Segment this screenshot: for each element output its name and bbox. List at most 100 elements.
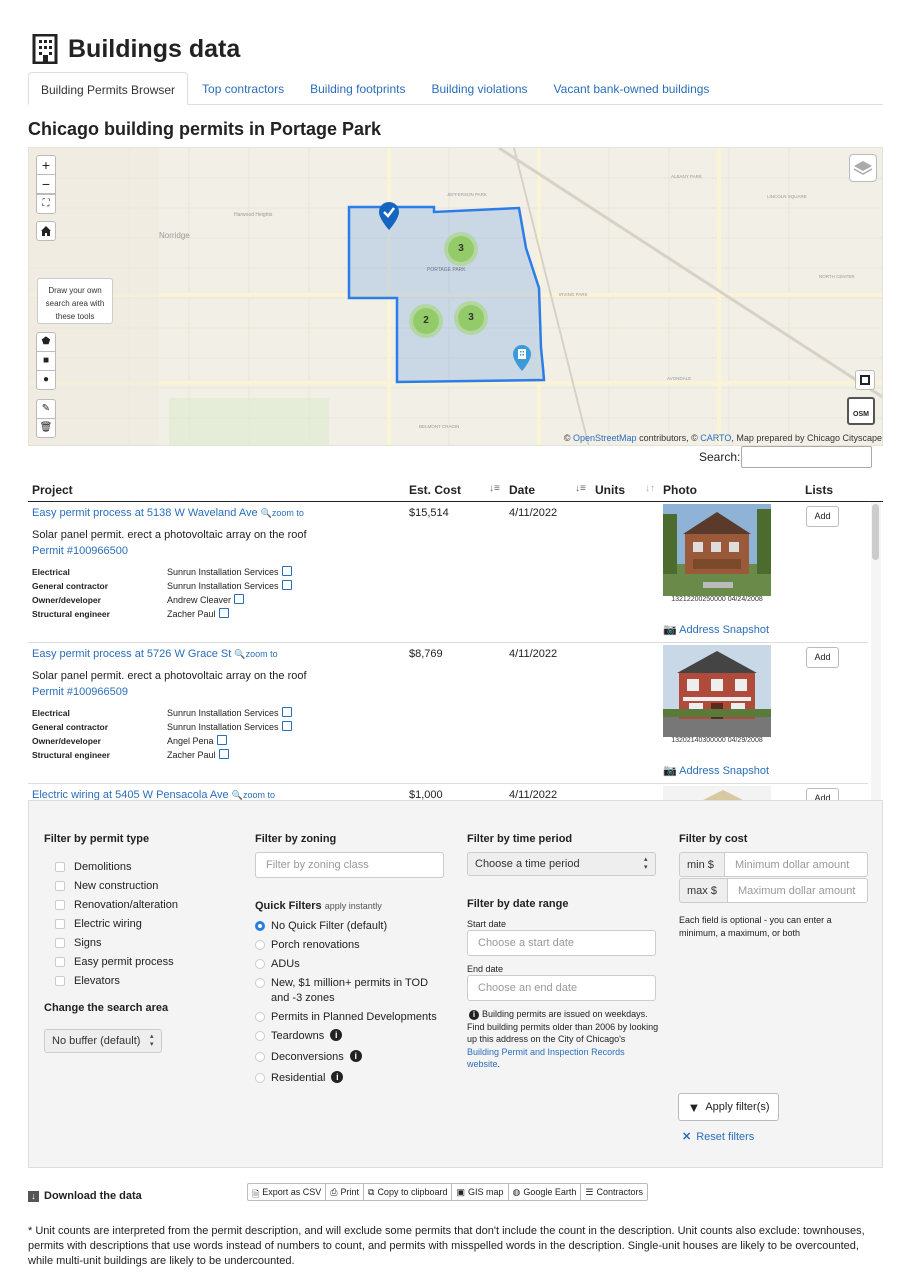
external-link-icon[interactable] <box>218 608 229 618</box>
osm-button[interactable]: OSM <box>847 397 875 425</box>
quick-filter-none[interactable]: No Quick Filter (default) <box>255 919 445 934</box>
checkbox[interactable] <box>55 956 65 967</box>
quick-filter-planned-developments[interactable]: Permits in Planned Developments <box>255 1010 445 1025</box>
info-icon[interactable]: i <box>331 1071 344 1083</box>
min-cost-input[interactable]: Minimum dollar amount <box>724 852 868 877</box>
draw-circle-button[interactable]: ● <box>36 370 56 390</box>
external-link-icon[interactable] <box>234 594 245 604</box>
sort-icon[interactable]: ↓↑ <box>645 483 655 494</box>
external-link-icon[interactable] <box>281 721 292 731</box>
col-cost[interactable]: Est. Cost <box>409 483 461 497</box>
apply-filters-button[interactable]: ▼ Apply filter(s) <box>678 1093 779 1121</box>
zoom-to-link[interactable]: 🔍zoom to <box>261 508 304 518</box>
quick-filter-residential[interactable]: Residential i <box>255 1071 445 1086</box>
permit-type-electric-wiring[interactable]: Electric wiring <box>41 914 178 933</box>
home-button[interactable] <box>36 221 56 241</box>
checkbox[interactable] <box>55 861 65 872</box>
radio[interactable] <box>255 1073 265 1083</box>
check-marker-icon[interactable] <box>377 201 401 231</box>
permit-type-signs[interactable]: Signs <box>41 933 178 952</box>
radio[interactable] <box>255 940 265 950</box>
add-to-list-button[interactable]: Add <box>806 647 839 668</box>
radio[interactable] <box>255 1012 265 1022</box>
quick-filter-teardowns[interactable]: Teardowns i <box>255 1029 445 1044</box>
print-button[interactable]: ⎙ Print <box>326 1184 364 1200</box>
add-to-list-button[interactable]: Add <box>806 788 839 800</box>
time-period-select[interactable]: Choose a time period <box>467 852 656 876</box>
quick-filter-tod[interactable]: New, $1 million+ permits in TOD and -3 z… <box>255 976 445 1006</box>
quick-filter-deconversions[interactable]: Deconversions i <box>255 1050 445 1065</box>
project-link[interactable]: Easy permit process at 5138 W Waveland A… <box>32 507 258 519</box>
checkbox[interactable] <box>55 918 65 929</box>
external-link-icon[interactable] <box>216 735 227 745</box>
gis-map-button[interactable]: ▣ GIS map <box>452 1184 509 1200</box>
zoom-to-link[interactable]: 🔍zoom to <box>232 790 275 800</box>
permit-type-easy-permit[interactable]: Easy permit process <box>41 952 178 971</box>
col-project[interactable]: Project <box>32 483 73 497</box>
permit-type-renovation[interactable]: Renovation/alteration <box>41 895 178 914</box>
address-snapshot-link[interactable]: 📷 Address Snapshot <box>663 764 769 777</box>
address-snapshot-link[interactable]: 📷 Address Snapshot <box>663 623 769 636</box>
building-photo[interactable] <box>663 786 771 800</box>
zoning-input[interactable]: Filter by zoning class <box>255 852 444 878</box>
end-date-input[interactable]: Choose an end date <box>467 975 656 1001</box>
tab-top-contractors[interactable]: Top contractors <box>190 72 296 105</box>
info-icon[interactable]: i <box>330 1029 343 1041</box>
start-date-input[interactable]: Choose a start date <box>467 930 656 956</box>
table-scroll-thumb[interactable] <box>872 504 879 560</box>
tab-building-violations[interactable]: Building violations <box>419 72 539 105</box>
contractors-button[interactable]: ☰ Contractors <box>581 1184 647 1200</box>
edit-shape-button[interactable]: ✎ <box>36 399 56 419</box>
delete-shape-button[interactable]: 🗑 <box>36 418 56 438</box>
tab-vacant-bank-owned[interactable]: Vacant bank-owned buildings <box>542 72 722 105</box>
zoom-out-button[interactable]: − <box>36 174 56 194</box>
quick-filter-porch[interactable]: Porch renovations <box>255 938 445 953</box>
zoom-to-link[interactable]: 🔍zoom to <box>234 649 277 659</box>
fullscreen-button[interactable]: ⛶ <box>36 194 56 214</box>
permit-records-link[interactable]: Building Permit and Inspection Records w… <box>467 1047 625 1070</box>
checkbox[interactable] <box>55 899 65 910</box>
google-earth-button[interactable]: ◍ Google Earth <box>509 1184 582 1200</box>
external-link-icon[interactable] <box>218 749 229 759</box>
osm-link[interactable]: OpenStreetMap <box>573 433 637 443</box>
search-area-select[interactable]: No buffer (default) <box>44 1029 162 1053</box>
reset-filters-link[interactable]: ✕ Reset filters <box>682 1130 754 1143</box>
radio[interactable] <box>255 978 265 988</box>
checkbox[interactable] <box>55 880 65 891</box>
sort-icon[interactable]: ↓≡ <box>489 483 500 494</box>
carto-link[interactable]: CARTO <box>700 433 731 443</box>
permit-type-new-construction[interactable]: New construction <box>41 876 178 895</box>
project-link[interactable]: Electric wiring at 5405 W Pensacola Ave <box>32 789 229 800</box>
extent-button[interactable] <box>855 370 875 390</box>
col-date[interactable]: Date <box>509 483 535 497</box>
radio[interactable] <box>255 921 265 931</box>
draw-polygon-button[interactable]: ⬟ <box>36 332 56 352</box>
tab-building-permits-browser[interactable]: Building Permits Browser <box>28 72 189 105</box>
building-photo[interactable] <box>663 645 771 737</box>
external-link-icon[interactable] <box>281 707 292 717</box>
checkbox[interactable] <box>55 975 65 986</box>
radio[interactable] <box>255 959 265 969</box>
add-to-list-button[interactable]: Add <box>806 506 839 527</box>
radio[interactable] <box>255 1052 265 1062</box>
permit-cluster[interactable]: 3 <box>448 236 474 262</box>
copy-clipboard-button[interactable]: ⧉ Copy to clipboard <box>364 1184 453 1200</box>
tab-building-footprints[interactable]: Building footprints <box>298 72 417 105</box>
permit-type-demolitions[interactable]: Demolitions <box>41 857 178 876</box>
permit-type-elevators[interactable]: Elevators <box>41 971 178 990</box>
permit-cluster[interactable]: 2 <box>413 308 439 334</box>
permit-cluster[interactable]: 3 <box>458 305 484 331</box>
search-input[interactable] <box>741 446 872 468</box>
col-units[interactable]: Units <box>595 483 625 497</box>
permit-link[interactable]: Permit #100966509 <box>32 686 128 698</box>
draw-rectangle-button[interactable]: ■ <box>36 351 56 371</box>
permit-link[interactable]: Permit #100966500 <box>32 545 128 557</box>
zoom-in-button[interactable]: + <box>36 155 56 175</box>
project-link[interactable]: Easy permit process at 5726 W Grace St <box>32 648 231 660</box>
external-link-icon[interactable] <box>281 580 292 590</box>
sort-icon[interactable]: ↓≡ <box>575 483 586 494</box>
checkbox[interactable] <box>55 937 65 948</box>
radio[interactable] <box>255 1031 265 1041</box>
map[interactable]: Norridge Harwood Heights PORTAGE PARK IR… <box>28 147 883 446</box>
external-link-icon[interactable] <box>281 566 292 576</box>
